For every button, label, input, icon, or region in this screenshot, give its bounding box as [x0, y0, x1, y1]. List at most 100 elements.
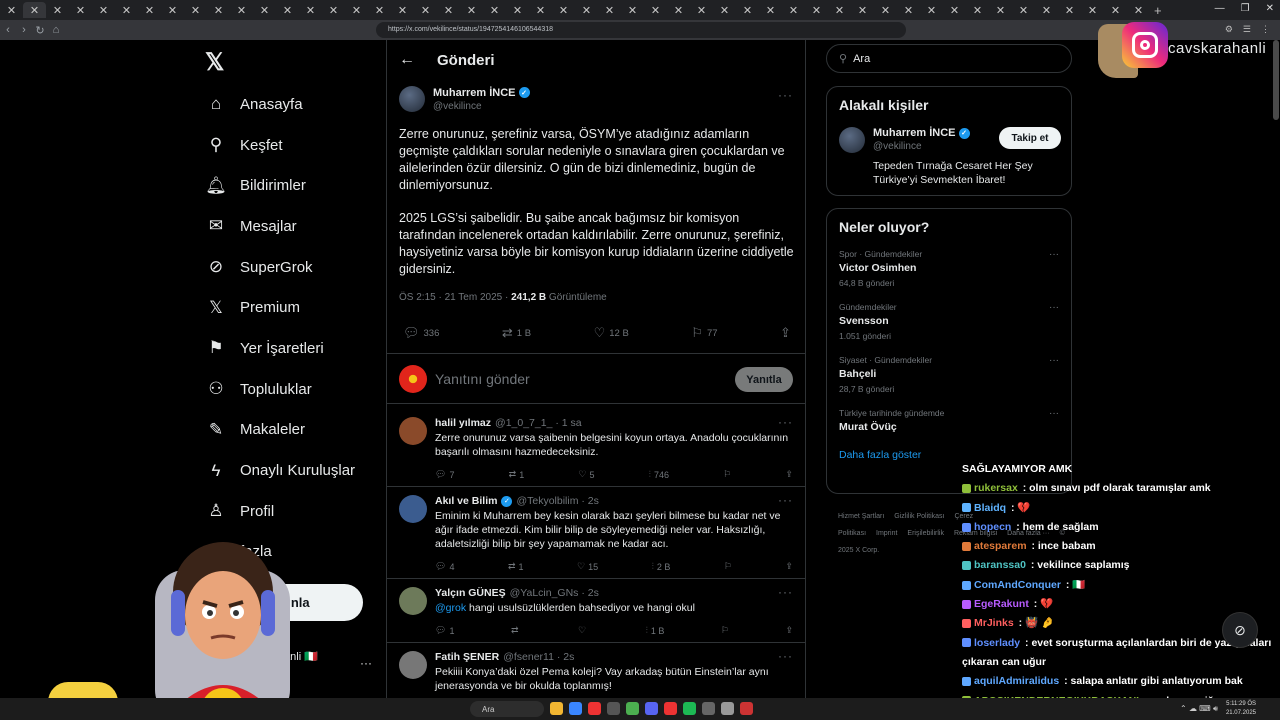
close-icon[interactable]: ✕	[835, 4, 844, 17]
close-icon[interactable]: ✕	[467, 4, 476, 17]
reply-handle[interactable]: @fsener11 · 2s	[503, 651, 574, 663]
sidebar-item-search[interactable]: ⚲ Keşfet	[206, 125, 376, 166]
footer-link[interactable]: Gizlilik Politikası	[894, 513, 944, 520]
close-icon[interactable]: ✕	[76, 4, 85, 17]
chat-username[interactable]: aquilAdmiralidus	[974, 675, 1059, 687]
trend-item[interactable]: Siyaset · Gündemdekiler Bahçeli 28,7 B gön…	[839, 355, 1059, 394]
close-icon[interactable]: ✕	[927, 4, 936, 17]
browser-tab[interactable]: ✕	[322, 2, 345, 18]
avatar[interactable]	[399, 495, 427, 523]
maximize-button[interactable]: ❐	[1241, 3, 1250, 14]
avatar[interactable]	[399, 587, 427, 615]
browser-tab[interactable]: ✕	[115, 2, 138, 18]
chat-username[interactable]: hopecn	[974, 521, 1011, 533]
close-icon[interactable]: ✕	[99, 4, 108, 17]
browser-tab[interactable]: ✕	[368, 2, 391, 18]
browser-tab[interactable]: ✕	[874, 2, 897, 18]
repost-action[interactable]: ⇄ 1 B	[502, 325, 531, 341]
system-tray[interactable]: ⌃ ☁ ⌨ 🔊︎	[1180, 704, 1218, 714]
browser-tab[interactable]: ✕	[529, 2, 552, 18]
browser-tab[interactable]: ✕	[23, 2, 46, 18]
more-options-icon[interactable]: ···	[1049, 249, 1059, 260]
related-handle[interactable]: @vekilince	[873, 141, 970, 152]
chat-username[interactable]: MrJinks	[974, 617, 1014, 629]
reload-icon[interactable]: ↻	[32, 24, 48, 37]
close-icon[interactable]: ✕	[283, 4, 292, 17]
browser-tab[interactable]: ✕	[0, 2, 23, 18]
reply-input[interactable]: Yanıtını gönder	[435, 371, 530, 387]
more-options-icon[interactable]: ···	[1049, 408, 1059, 419]
browser-tab[interactable]: ✕	[736, 2, 759, 18]
close-icon[interactable]: ✕	[1134, 4, 1143, 17]
repost-action[interactable]: ⇄ 1	[509, 469, 525, 480]
close-icon[interactable]: ✕	[7, 4, 16, 17]
taskbar-search[interactable]: Ara	[470, 701, 544, 717]
sidebar-item-grok[interactable]: ⊘ SuperGrok	[206, 247, 376, 288]
more-options-icon[interactable]: ···	[778, 493, 793, 507]
more-options-icon[interactable]: ···	[1049, 355, 1059, 366]
browser-tab[interactable]: ✕	[1104, 2, 1127, 18]
close-icon[interactable]: ✕	[559, 4, 568, 17]
browser-tab[interactable]: ✕	[782, 2, 805, 18]
chat-username[interactable]: atesparem	[974, 540, 1027, 552]
browser-tab[interactable]: ✕	[713, 2, 736, 18]
trend-title[interactable]: Murat Övüç	[839, 421, 1059, 433]
close-icon[interactable]: ✕	[30, 4, 39, 17]
more-options-icon[interactable]: ···	[778, 415, 793, 429]
close-icon[interactable]: ✕	[858, 4, 867, 17]
bookmark-icon[interactable]: ⚐	[723, 469, 731, 480]
browser-tab[interactable]: ✕	[966, 2, 989, 18]
grok-floating-icon[interactable]: ⊘	[1222, 612, 1258, 648]
close-icon[interactable]: ✕	[421, 4, 430, 17]
browser-tab[interactable]: ✕	[1127, 2, 1150, 18]
taskbar-clock[interactable]: 5:11:29 ÖS 21.07.2025	[1226, 700, 1256, 718]
browser-tab[interactable]: ✕	[46, 2, 69, 18]
author-name[interactable]: Muharrem İNCE	[433, 87, 516, 99]
reply-action[interactable]: 💬︎ 7	[435, 469, 454, 480]
more-options-icon[interactable]: ···	[1049, 302, 1059, 313]
reply-tweet[interactable]: halil yılmaz @1_0_7_1_ · 1 sa Zerre onurun…	[387, 409, 805, 487]
share-action[interactable]: ⇪	[780, 325, 791, 341]
close-icon[interactable]: ✕	[444, 4, 453, 17]
new-tab-button[interactable]: +	[1154, 3, 1162, 18]
close-icon[interactable]: ✕	[513, 4, 522, 17]
close-icon[interactable]: ✕	[214, 4, 223, 17]
close-icon[interactable]: ✕	[950, 4, 959, 17]
browser-tab[interactable]: ✕	[437, 2, 460, 18]
close-icon[interactable]: ✕	[881, 4, 890, 17]
chat-username[interactable]: Blaidq	[974, 502, 1006, 514]
chat-username[interactable]: EgeRakunt	[974, 598, 1029, 610]
sidebar-item-mail[interactable]: ✉ Mesajlar	[206, 206, 376, 247]
browser-tab[interactable]: ✕	[897, 2, 920, 18]
sidebar-item-bell[interactable]: 🔔︎ Bildirimler	[205, 165, 376, 206]
browser-tab[interactable]: ✕	[345, 2, 368, 18]
home-nav-icon[interactable]: ⌂	[48, 24, 64, 36]
views-action[interactable]: ⫶1 B	[646, 625, 665, 636]
close-icon[interactable]: ✕	[1065, 4, 1074, 17]
tweet-time[interactable]: ÖS 2:15 · 21 Tem 2025 ·	[399, 292, 511, 303]
browser-tab[interactable]: ✕	[253, 2, 276, 18]
close-icon[interactable]: ✕	[812, 4, 821, 17]
reply-tweet[interactable]: Yalçın GÜNEŞ @YaLcin_GNs · 2s @grok hangi …	[387, 579, 805, 643]
mention-link[interactable]: @grok	[435, 602, 466, 614]
browser-tab[interactable]: ✕	[943, 2, 966, 18]
share-icon[interactable]: ⇪	[785, 625, 793, 636]
related-person[interactable]: Muharrem İNCE ✓ @vekilince Takip et	[839, 127, 1061, 153]
browser-tab[interactable]: ✕	[92, 2, 115, 18]
browser-tab[interactable]: ✕	[1081, 2, 1104, 18]
repost-action[interactable]: ⇄ 1	[508, 561, 524, 572]
reply-action[interactable]: 💬︎ 336	[403, 325, 439, 341]
close-icon[interactable]: ✕	[1088, 4, 1097, 17]
tweet-author[interactable]: Muharrem İNCE ✓ @vekilince ···	[399, 86, 793, 112]
browser-tab[interactable]: ✕	[460, 2, 483, 18]
more-options-icon[interactable]: ···	[778, 649, 793, 663]
footer-link[interactable]: Imprint	[876, 530, 897, 537]
search-input[interactable]: ⚲ Ara	[826, 44, 1072, 73]
chat-username[interactable]: baranssa0	[974, 559, 1026, 571]
browser-tab[interactable]: ✕	[161, 2, 184, 18]
browser-tab[interactable]: ✕	[621, 2, 644, 18]
reply-handle[interactable]: @YaLcin_GNs · 2s	[510, 587, 599, 599]
close-icon[interactable]: ✕	[53, 4, 62, 17]
window-controls[interactable]: — ❐ ✕	[1215, 3, 1274, 14]
browser-tab[interactable]: ✕	[690, 2, 713, 18]
